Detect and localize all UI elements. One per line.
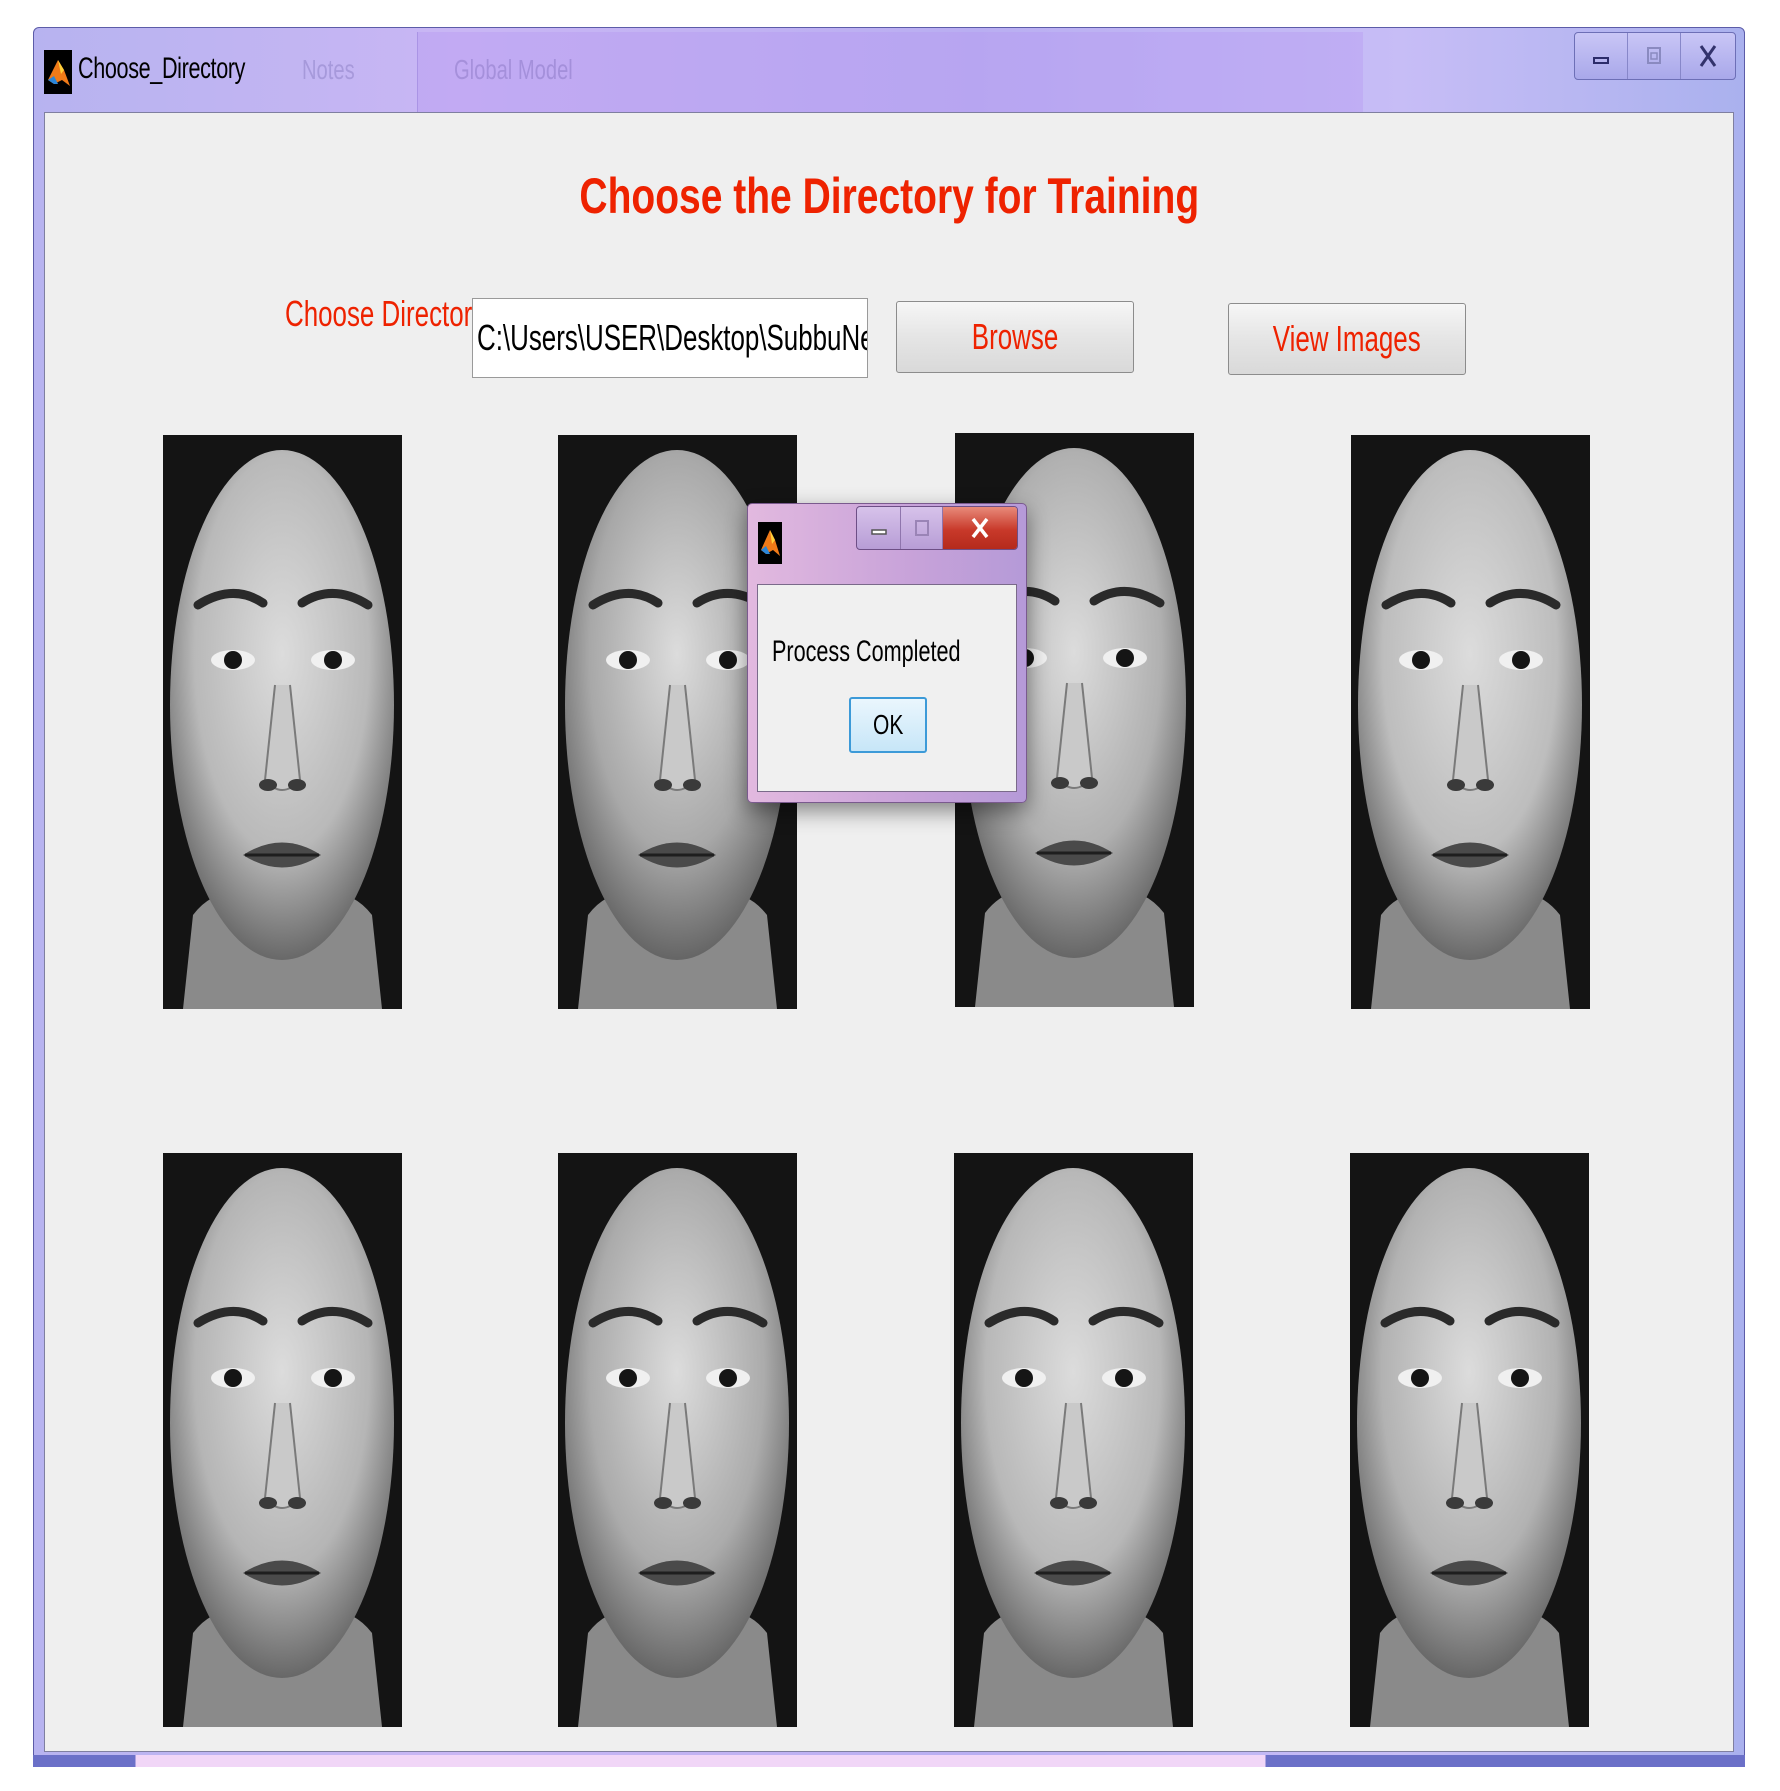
directory-input-value: C:\Users\USER\Desktop\SubbuNewFinal	[477, 317, 867, 358]
client-area: Choose the Directory for Training Choose…	[44, 112, 1734, 1752]
face-illustration	[163, 1153, 402, 1727]
minimize-icon	[1593, 57, 1609, 64]
matlab-icon	[44, 50, 72, 94]
minimize-button[interactable]	[1575, 33, 1628, 79]
dialog-controls	[856, 506, 1018, 550]
window-title: Choose_Directory	[78, 52, 246, 85]
window-titlebar[interactable]: Notes Global Model Choose_Directory	[34, 28, 1744, 116]
maximize-button[interactable]	[1628, 33, 1681, 79]
face-illustration	[1351, 435, 1590, 1009]
main-window: Notes Global Model Choose_Directory Choo…	[33, 27, 1745, 1763]
maximize-icon	[914, 520, 929, 536]
dialog-close-button[interactable]	[943, 507, 1017, 549]
background-title-notes: Notes	[302, 54, 355, 85]
face-illustration	[954, 1153, 1193, 1727]
taskbar-strip	[33, 1755, 1745, 1767]
directory-label: Choose Directory	[285, 293, 486, 334]
face-image-7	[954, 1153, 1193, 1727]
minimize-icon	[870, 529, 887, 535]
dialog-message: Process Completed	[772, 635, 961, 668]
face-image-6	[558, 1153, 797, 1727]
face-illustration	[1350, 1153, 1589, 1727]
ok-button[interactable]: OK	[849, 697, 927, 753]
directory-input[interactable]: C:\Users\USER\Desktop\SubbuNewFinal	[472, 298, 868, 378]
close-button[interactable]	[1681, 33, 1735, 79]
dialog-maximize-button[interactable]	[901, 507, 943, 549]
face-image-4	[1351, 435, 1590, 1009]
close-icon	[1699, 45, 1717, 67]
page-title: Choose the Directory for Training	[579, 168, 1199, 224]
view-images-button[interactable]: View Images	[1228, 303, 1466, 375]
face-image-5	[163, 1153, 402, 1727]
face-illustration	[558, 1153, 797, 1727]
face-illustration	[163, 435, 402, 1009]
background-title-global-model: Global Model	[454, 54, 573, 85]
face-image-1	[163, 435, 402, 1009]
close-icon	[971, 517, 989, 539]
browse-button[interactable]: Browse	[896, 301, 1134, 373]
dialog-body: Process Completed OK	[757, 584, 1017, 792]
face-image-8	[1350, 1153, 1589, 1727]
dialog-minimize-button[interactable]	[857, 507, 901, 549]
matlab-icon	[758, 522, 782, 564]
maximize-icon	[1647, 47, 1661, 64]
window-controls	[1574, 32, 1736, 80]
process-dialog: Process Completed OK	[747, 503, 1027, 803]
